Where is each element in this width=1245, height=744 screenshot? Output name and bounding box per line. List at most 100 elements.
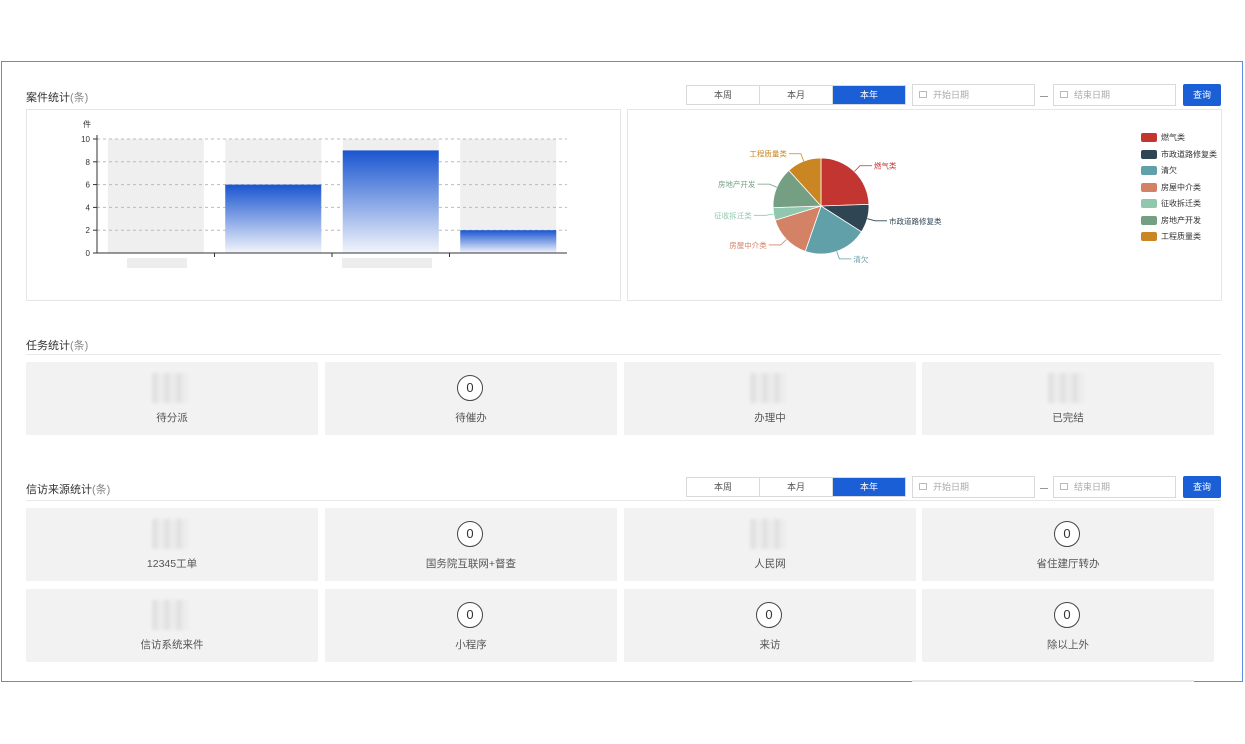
legend-label: 清欠 bbox=[1161, 166, 1177, 175]
divider bbox=[26, 354, 1221, 355]
stat-label: 小程序 bbox=[455, 639, 487, 651]
pie-slice-label: 工程质量类 bbox=[749, 149, 787, 159]
case-stats-unit: (条) bbox=[70, 92, 89, 104]
pie-label-line bbox=[768, 239, 787, 246]
tab-week[interactable]: 本周 bbox=[687, 86, 760, 104]
masked-category-label bbox=[342, 258, 432, 268]
stat-card[interactable]: 0 省住建厅转办 bbox=[922, 508, 1214, 581]
masked-count bbox=[750, 373, 786, 403]
task-stats-title: 任务统计(条) bbox=[26, 337, 88, 353]
stat-label: 国务院互联网+督查 bbox=[425, 558, 517, 570]
tab-month[interactable]: 本月 bbox=[760, 86, 833, 104]
legend-swatch bbox=[1141, 149, 1157, 159]
pie-chart: 燃气类市政道路修复类清欠 房屋中介类 征收拆迁类 房地产开发 工程质量类 bbox=[714, 149, 942, 264]
calendar-icon bbox=[1060, 483, 1068, 490]
stat-card[interactable]: 人民网 bbox=[624, 508, 916, 581]
legend-swatch bbox=[1141, 215, 1157, 225]
pie-label-line bbox=[854, 165, 872, 172]
start-date-placeholder: 开始日期 bbox=[933, 482, 970, 492]
stat-card[interactable]: 0 待催办 bbox=[325, 362, 617, 435]
pie-label-line bbox=[753, 213, 774, 216]
bar-chart-panel: 件 0 2 4 6 8 10 bbox=[26, 109, 621, 301]
stat-label: 人民网 bbox=[754, 558, 786, 570]
source-period-tabs: 本周 本月 本年 bbox=[686, 477, 906, 497]
stat-card[interactable]: 0 来访 bbox=[624, 589, 916, 662]
date-range-separator bbox=[1040, 488, 1048, 489]
stat-card[interactable]: 0 国务院互联网+督查 bbox=[325, 508, 617, 581]
legend-label: 房屋中介类 bbox=[1161, 182, 1201, 192]
pie-slice-label: 清欠 bbox=[853, 254, 868, 264]
y-tick-label: 6 bbox=[86, 181, 91, 190]
bar[interactable] bbox=[342, 150, 439, 253]
bar[interactable] bbox=[225, 184, 322, 253]
stat-card[interactable]: 已完结 bbox=[922, 362, 1214, 435]
stat-card[interactable]: 0 小程序 bbox=[325, 589, 617, 662]
stat-label: 已完结 bbox=[1052, 412, 1084, 424]
stat-card[interactable]: 信访系统来件 bbox=[26, 589, 318, 662]
end-date-placeholder: 结束日期 bbox=[1074, 482, 1111, 492]
date-range-separator bbox=[1040, 96, 1048, 97]
legend-label: 燃气类 bbox=[1161, 133, 1185, 142]
y-axis-unit: 件 bbox=[83, 119, 91, 129]
calendar-icon bbox=[919, 483, 927, 490]
case-stats-title-text: 案件统计 bbox=[26, 92, 70, 104]
masked-category-label bbox=[127, 258, 187, 268]
pie-label-line bbox=[757, 183, 777, 188]
stat-card[interactable]: 12345工单 bbox=[26, 508, 318, 581]
start-date-placeholder: 开始日期 bbox=[933, 90, 970, 100]
end-date-placeholder: 结束日期 bbox=[1074, 90, 1111, 100]
tab-month[interactable]: 本月 bbox=[760, 478, 833, 496]
tab-year[interactable]: 本年 bbox=[833, 478, 905, 496]
case-period-tabs: 本周 本月 本年 bbox=[686, 85, 906, 105]
legend-swatch bbox=[1141, 232, 1157, 241]
calendar-icon bbox=[1060, 91, 1068, 98]
pie-slice-label: 征收拆迁类 bbox=[714, 210, 752, 220]
masked-count bbox=[152, 519, 188, 549]
horizontal-scrollbar[interactable] bbox=[912, 680, 1194, 682]
source-stats-title: 信访来源统计(条) bbox=[26, 481, 110, 497]
stat-label: 办理中 bbox=[754, 412, 786, 424]
stat-count: 0 bbox=[457, 375, 483, 401]
masked-count bbox=[1048, 373, 1084, 403]
y-tick-label: 8 bbox=[86, 158, 91, 167]
case-start-date-input[interactable]: 开始日期 bbox=[912, 84, 1035, 106]
divider bbox=[26, 500, 1221, 501]
legend-label: 房地产开发 bbox=[1161, 215, 1201, 225]
stat-label: 待催办 bbox=[455, 412, 487, 424]
tab-year[interactable]: 本年 bbox=[833, 86, 905, 104]
tab-week[interactable]: 本周 bbox=[687, 478, 760, 496]
stat-label: 待分派 bbox=[156, 412, 188, 424]
pie-label-line bbox=[836, 251, 852, 260]
legend-swatch bbox=[1141, 133, 1157, 142]
bar[interactable] bbox=[460, 230, 557, 253]
y-tick-label: 10 bbox=[81, 135, 90, 144]
case-query-button[interactable]: 查询 bbox=[1183, 84, 1221, 106]
stat-count: 0 bbox=[457, 521, 483, 547]
stat-card[interactable]: 办理中 bbox=[624, 362, 916, 435]
stat-count: 0 bbox=[1054, 602, 1080, 628]
legend-swatch bbox=[1141, 199, 1157, 208]
legend-swatch bbox=[1141, 182, 1157, 192]
legend-label: 征收拆迁类 bbox=[1161, 199, 1201, 208]
stat-count: 0 bbox=[457, 602, 483, 628]
pie-slice-label: 房屋中介类 bbox=[729, 240, 767, 250]
pie-label-line bbox=[867, 218, 888, 222]
stat-label: 来访 bbox=[759, 639, 781, 651]
source-query-button[interactable]: 查询 bbox=[1183, 476, 1221, 498]
task-stats-unit: (条) bbox=[70, 340, 89, 352]
source-stats-unit: (条) bbox=[92, 484, 111, 496]
stat-card[interactable]: 0 除以上外 bbox=[922, 589, 1214, 662]
pie-slice[interactable] bbox=[820, 157, 870, 207]
masked-count bbox=[152, 373, 188, 403]
source-stats-title-text: 信访来源统计 bbox=[26, 484, 92, 496]
calendar-icon bbox=[919, 91, 927, 98]
case-stats-title: 案件统计(条) bbox=[26, 89, 88, 105]
source-start-date-input[interactable]: 开始日期 bbox=[912, 476, 1035, 498]
bar-background bbox=[107, 139, 204, 253]
source-end-date-input[interactable]: 结束日期 bbox=[1053, 476, 1176, 498]
case-end-date-input[interactable]: 结束日期 bbox=[1053, 84, 1176, 106]
stat-count: 0 bbox=[1054, 521, 1080, 547]
pie-label-line bbox=[788, 153, 805, 162]
pie-slice-label: 市政道路修复类 bbox=[889, 216, 942, 226]
stat-card[interactable]: 待分派 bbox=[26, 362, 318, 435]
